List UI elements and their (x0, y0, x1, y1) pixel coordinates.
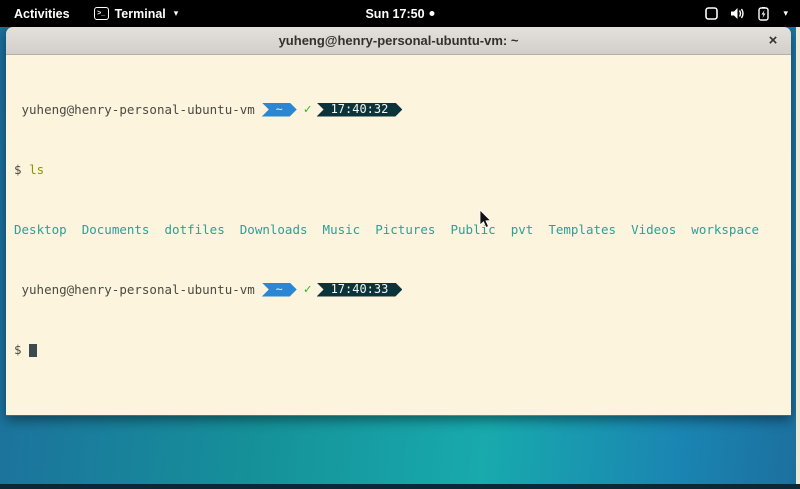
terminal-content[interactable]: yuheng@henry-personal-ubuntu-vm ~ ✓ 17:4… (6, 55, 791, 415)
desktop-right-edge-strip (796, 27, 800, 489)
status-check-icon: ✓ (304, 282, 312, 297)
screen: Activities >_ Terminal ▾ Sun 17:50 (0, 0, 800, 489)
prompt-time-segment: 17:40:33 (317, 283, 403, 297)
prompt-cwd-segment: ~ (262, 103, 297, 117)
desktop-background: yuheng@henry-personal-ubuntu-vm: ~ × yuh… (0, 27, 800, 489)
window-title: yuheng@henry-personal-ubuntu-vm: ~ (279, 33, 519, 48)
clock[interactable]: Sun 17:50 (365, 0, 434, 27)
clock-label: Sun 17:50 (365, 7, 424, 21)
prompt-user-host: yuheng@henry-personal-ubuntu-vm (22, 282, 255, 297)
terminal-window: yuheng@henry-personal-ubuntu-vm: ~ × yuh… (6, 27, 791, 416)
terminal-cursor (29, 344, 37, 357)
app-menu-terminal[interactable]: >_ Terminal ▾ (84, 0, 189, 27)
prompt-time-segment: 17:40:32 (317, 103, 403, 117)
chevron-down-icon: ▾ (174, 8, 179, 19)
command-text: ls (29, 162, 44, 177)
prompt-cwd-segment: ~ (262, 283, 297, 297)
prompt-line-1: yuheng@henry-personal-ubuntu-vm ~ ✓ 17:4… (14, 102, 791, 117)
battery-charging-icon (757, 7, 771, 21)
chevron-down-icon: ▾ (783, 8, 788, 19)
notification-dot-icon (430, 11, 435, 16)
command-line: $ ls (14, 162, 791, 177)
terminal-app-icon: >_ (94, 7, 109, 20)
system-status-area[interactable]: ▾ (705, 0, 800, 27)
ls-output: Desktop Documents dotfiles Downloads Mus… (14, 222, 791, 237)
prompt-user-host: yuheng@henry-personal-ubuntu-vm (22, 102, 255, 117)
prompt-symbol: $ (14, 162, 22, 177)
app-menu-label: Terminal (115, 7, 166, 21)
screen-icon (705, 7, 718, 20)
close-icon[interactable]: × (764, 32, 782, 50)
volume-icon (730, 7, 745, 20)
prompt-line-2: yuheng@henry-personal-ubuntu-vm ~ ✓ 17:4… (14, 282, 791, 297)
input-line: $ (14, 342, 791, 357)
window-titlebar[interactable]: yuheng@henry-personal-ubuntu-vm: ~ × (6, 27, 791, 55)
prompt-symbol: $ (14, 342, 22, 357)
activities-button[interactable]: Activities (0, 0, 84, 27)
top-bar: Activities >_ Terminal ▾ Sun 17:50 (0, 0, 800, 27)
desktop-bottom-strip (0, 484, 800, 489)
status-check-icon: ✓ (304, 102, 312, 117)
